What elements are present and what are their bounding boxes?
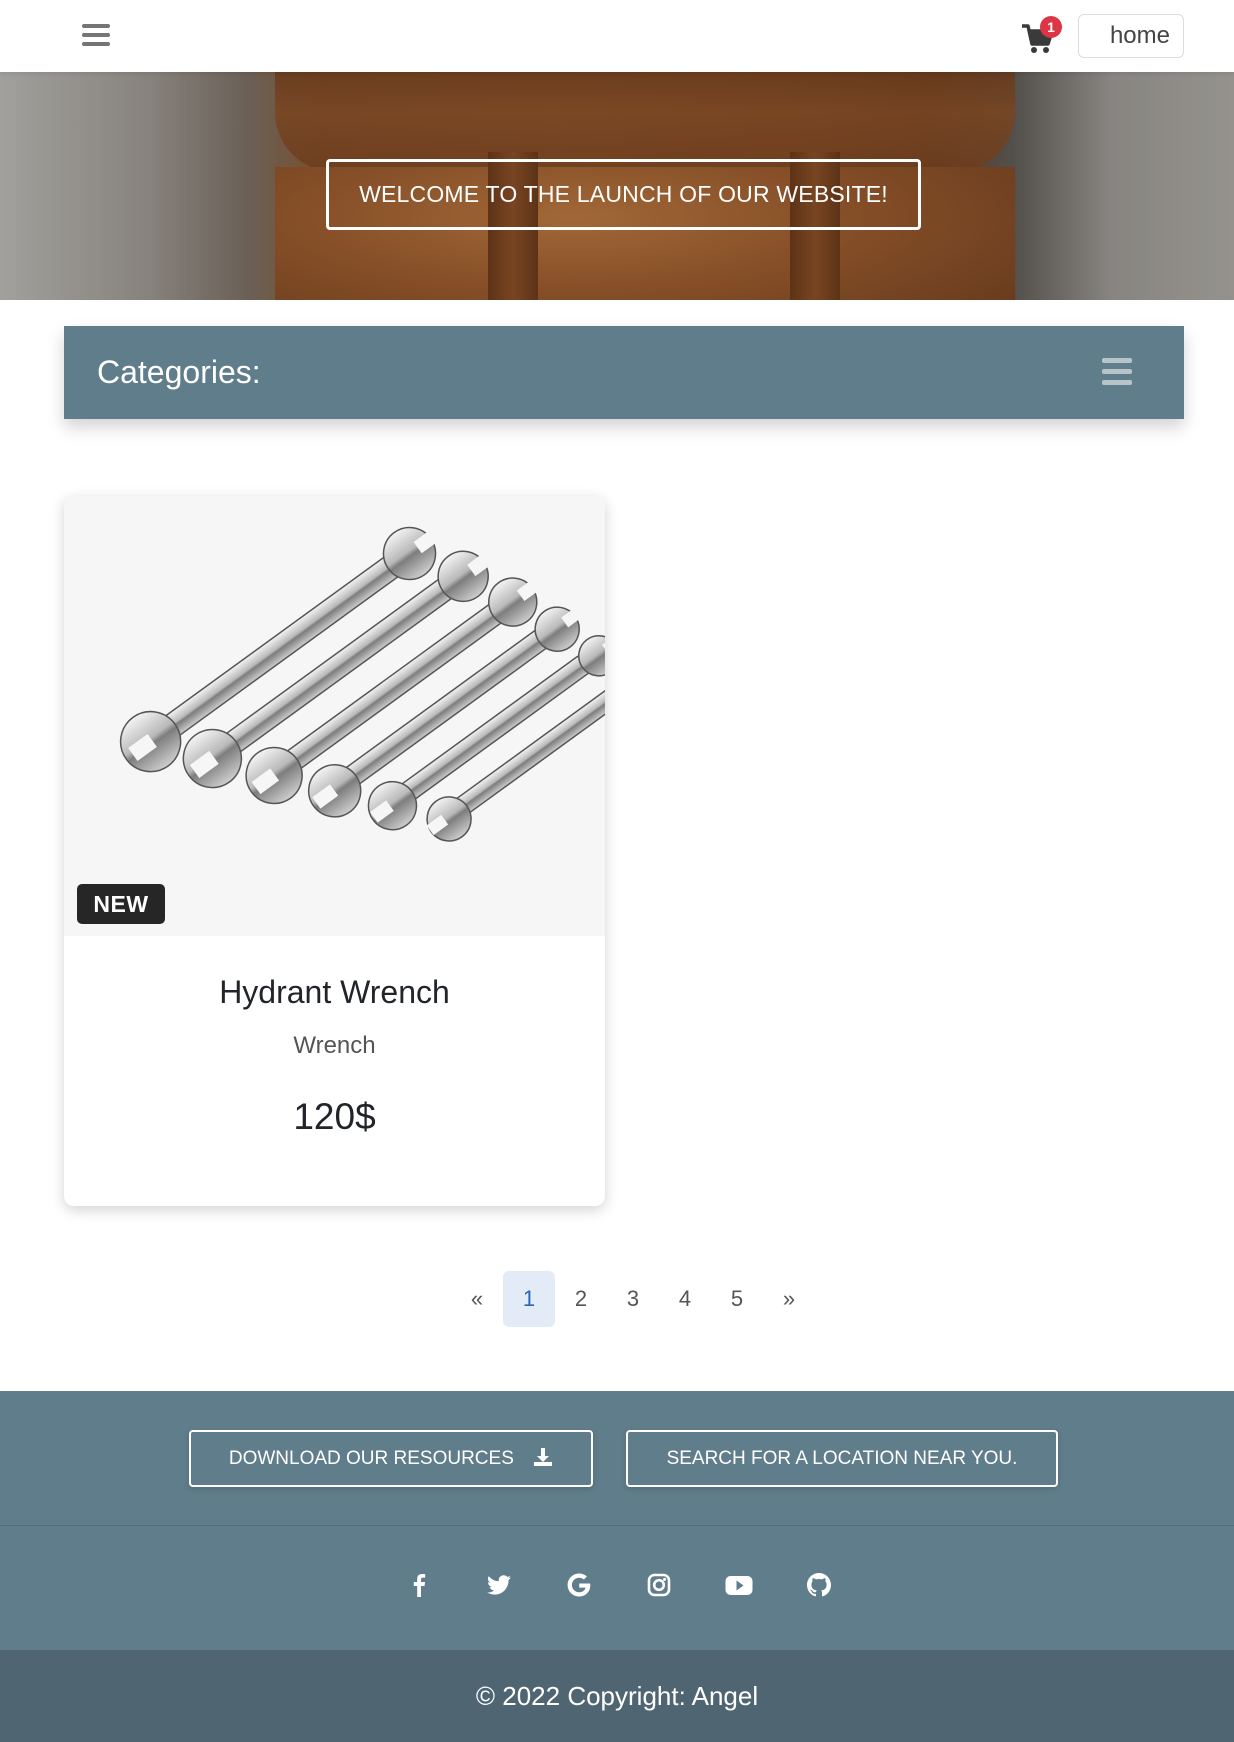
github-icon[interactable] bbox=[797, 1563, 841, 1607]
instagram-icon[interactable] bbox=[637, 1563, 681, 1607]
categories-toggle-icon[interactable] bbox=[1102, 358, 1134, 388]
wrench-set-image bbox=[119, 526, 605, 842]
hamburger-menu-icon[interactable] bbox=[80, 21, 114, 51]
pagination-prev[interactable]: « bbox=[451, 1271, 503, 1327]
home-button[interactable]: home bbox=[1078, 14, 1184, 58]
categories-bar: Categories: bbox=[64, 326, 1184, 419]
copyright: © 2022 Copyright: Angel bbox=[0, 1650, 1234, 1742]
navbar: 1 home bbox=[0, 0, 1234, 72]
categories-title: Categories: bbox=[97, 354, 261, 390]
download-resources-button[interactable]: DOWNLOAD OUR RESOURCES bbox=[189, 1430, 593, 1487]
pagination-page-3[interactable]: 3 bbox=[607, 1271, 659, 1327]
product-price: 120$ bbox=[293, 1096, 376, 1137]
pagination-page-4[interactable]: 4 bbox=[659, 1271, 711, 1327]
cart-count-badge: 1 bbox=[1040, 16, 1062, 38]
footer: DOWNLOAD OUR RESOURCES SEARCH FOR A LOCA… bbox=[0, 1391, 1234, 1742]
twitter-icon[interactable] bbox=[477, 1563, 521, 1607]
new-badge: NEW bbox=[77, 884, 165, 924]
pagination-page-5[interactable]: 5 bbox=[711, 1271, 763, 1327]
footer-divider bbox=[0, 1525, 1234, 1526]
pagination: « 1 2 3 4 5 » bbox=[451, 1271, 815, 1327]
pagination-next[interactable]: » bbox=[763, 1271, 815, 1327]
social-links bbox=[397, 1563, 837, 1607]
pagination-page-2[interactable]: 2 bbox=[555, 1271, 607, 1327]
search-location-button[interactable]: SEARCH FOR A LOCATION NEAR YOU. bbox=[626, 1430, 1058, 1487]
facebook-icon[interactable] bbox=[397, 1563, 441, 1607]
product-image[interactable]: NEW bbox=[64, 496, 605, 936]
youtube-icon[interactable] bbox=[717, 1563, 761, 1607]
download-resources-label: DOWNLOAD OUR RESOURCES bbox=[228, 1448, 514, 1469]
product-card[interactable]: NEW Hydrant Wrench Wrench 120$ bbox=[64, 496, 605, 1206]
product-name[interactable]: Hydrant Wrench bbox=[64, 974, 605, 1011]
cart-button[interactable]: 1 bbox=[1020, 16, 1062, 56]
hero-carousel[interactable]: WELCOME TO THE LAUNCH OF OUR WEBSITE! bbox=[0, 72, 1234, 300]
pagination-page-1[interactable]: 1 bbox=[503, 1271, 555, 1327]
hero-caption[interactable]: WELCOME TO THE LAUNCH OF OUR WEBSITE! bbox=[326, 159, 921, 230]
download-icon bbox=[534, 1448, 553, 1466]
google-icon[interactable] bbox=[557, 1563, 601, 1607]
product-category: Wrench bbox=[293, 1032, 376, 1059]
